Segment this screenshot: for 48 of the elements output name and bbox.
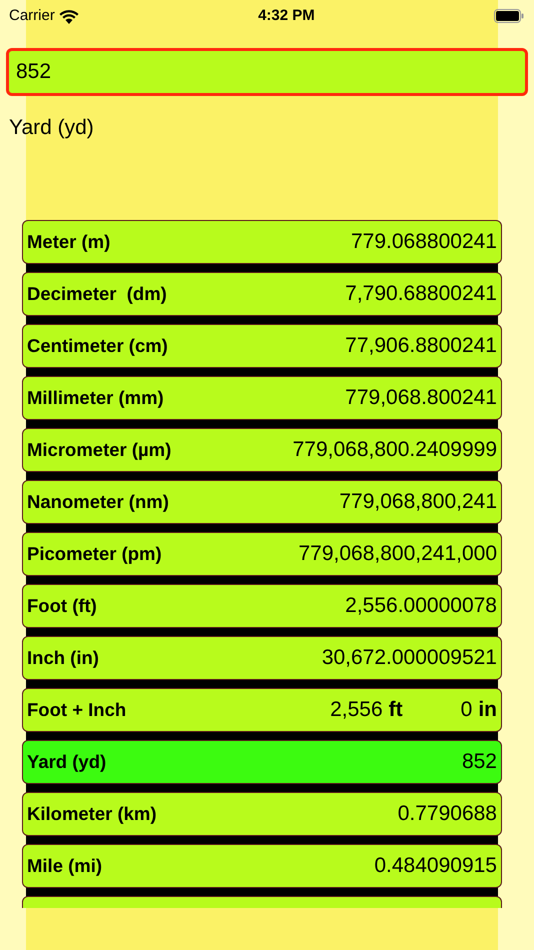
converted-value: 0 xyxy=(460,696,472,723)
unit-row[interactable]: Decimeter (dm) 7,790.68800241 xyxy=(22,272,502,316)
unit-row[interactable]: Nanometer (nm) 779,068,800,241 xyxy=(22,480,502,524)
carrier-label: Carrier xyxy=(9,6,55,26)
unit-row[interactable]: Foot + Inch 2,556 ft 0 in xyxy=(22,688,502,732)
converted-value: 779,068.800241 xyxy=(345,384,497,411)
converted-value: 30,672.000009521 xyxy=(322,644,497,671)
unit-row[interactable]: Picometer (pm) 779,068,800,241,000 xyxy=(22,532,502,576)
converted-value: 0.7790688 xyxy=(398,800,497,827)
unit-row[interactable]: Yard (yd) 852 xyxy=(22,740,502,784)
unit-symbol: in xyxy=(478,696,497,723)
unit-name: Nanometer (nm) xyxy=(27,490,169,514)
selected-unit-label: Yard (yd) xyxy=(9,115,95,141)
converted-value: 7,790.68800241 xyxy=(345,280,497,307)
unit-row[interactable]: Centimeter (cm) 77,906.8800241 xyxy=(22,324,502,368)
converted-value: 779,068,800,241,000 xyxy=(298,540,497,567)
unit-name: Millimeter (mm) xyxy=(27,386,164,410)
unit-name: Micrometer (µm) xyxy=(27,438,172,462)
unit-name: Mile (mi) xyxy=(27,854,102,878)
unit-symbol: ft xyxy=(388,696,403,723)
converted-value: 2,556.00000078 xyxy=(345,592,497,619)
unit-name: Picometer (pm) xyxy=(27,542,162,566)
unit-name: Foot + Inch xyxy=(27,698,126,722)
unit-name: Meter (m) xyxy=(27,230,110,254)
unit-name: Decimeter (dm) xyxy=(27,282,167,306)
converted-value: 852 xyxy=(462,748,497,775)
unit-row[interactable]: Meter (m) 779.068800241 xyxy=(22,220,502,264)
unit-row[interactable]: Millimeter (mm) 779,068.800241 xyxy=(22,376,502,420)
converted-value: 779,068,800.2409999 xyxy=(292,436,497,463)
status-time: 4:32 PM xyxy=(258,6,315,26)
converted-value: 77,906.8800241 xyxy=(345,332,497,359)
battery-icon xyxy=(494,9,524,23)
unit-row[interactable]: Foot (ft) 2,556.00000078 xyxy=(22,584,502,628)
unit-name: Inch (in) xyxy=(27,646,99,670)
unit-row[interactable]: Inch (in) 30,672.000009521 xyxy=(22,636,502,680)
converted-value: 779.068800241 xyxy=(351,228,497,255)
unit-row[interactable]: Mile (mi) 0.484090915 xyxy=(22,844,502,888)
unit-row[interactable]: Micrometer (µm) 779,068,800.2409999 xyxy=(22,428,502,472)
unit-name: Yard (yd) xyxy=(27,750,106,774)
unit-row[interactable]: Kilometer (km) 0.7790688 xyxy=(22,792,502,836)
converted-value: 2,556 xyxy=(330,696,383,723)
converted-value: 779,068,800,241 xyxy=(339,488,497,515)
unit-name: Foot (ft) xyxy=(27,594,97,618)
wifi-icon xyxy=(58,8,79,24)
converted-value: 0.484090915 xyxy=(374,852,497,879)
number-input-field[interactable]: 852 xyxy=(6,48,528,96)
unit-name: Kilometer (km) xyxy=(27,802,157,826)
unit-name: Centimeter (cm) xyxy=(27,334,168,358)
